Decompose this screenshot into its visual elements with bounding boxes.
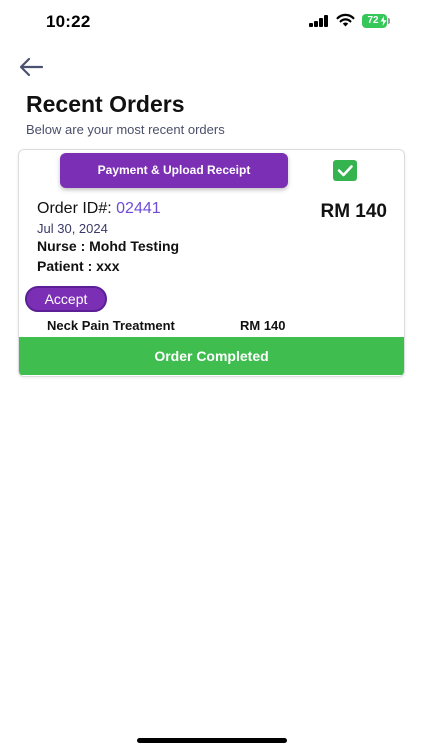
order-item-name: Neck Pain Treatment — [47, 318, 175, 333]
order-id-label: Order ID#: — [37, 200, 112, 217]
payment-upload-receipt-button[interactable]: Payment & Upload Receipt — [60, 153, 288, 188]
order-item-price: RM 140 — [240, 318, 286, 333]
order-status-banner: Order Completed — [19, 337, 404, 375]
cellular-signal-icon — [309, 15, 329, 27]
clock-time: 10:22 — [46, 12, 91, 31]
charging-bolt-icon — [380, 16, 387, 26]
wifi-icon — [336, 13, 355, 27]
battery-icon: 72 — [362, 14, 390, 28]
order-id-number: 02441 — [116, 200, 161, 217]
order-card: Payment & Upload Receipt Order ID#: 0244… — [18, 149, 405, 377]
page-subtitle: Below are your most recent orders — [26, 122, 225, 137]
order-total: RM 140 — [320, 201, 387, 222]
patient-name: Patient : xxx — [37, 258, 120, 274]
order-checkbox[interactable] — [333, 160, 357, 181]
checkmark-icon — [337, 165, 353, 177]
accept-button[interactable]: Accept — [25, 286, 107, 312]
status-bar: 10:22 72 — [0, 0, 422, 46]
order-date: Jul 30, 2024 — [37, 221, 108, 236]
back-arrow-icon[interactable] — [17, 55, 45, 79]
order-id: Order ID#: 02441 — [37, 200, 161, 218]
nurse-name: Nurse : Mohd Testing — [37, 238, 180, 254]
page-title: Recent Orders — [26, 91, 185, 117]
home-indicator[interactable] — [137, 738, 287, 743]
